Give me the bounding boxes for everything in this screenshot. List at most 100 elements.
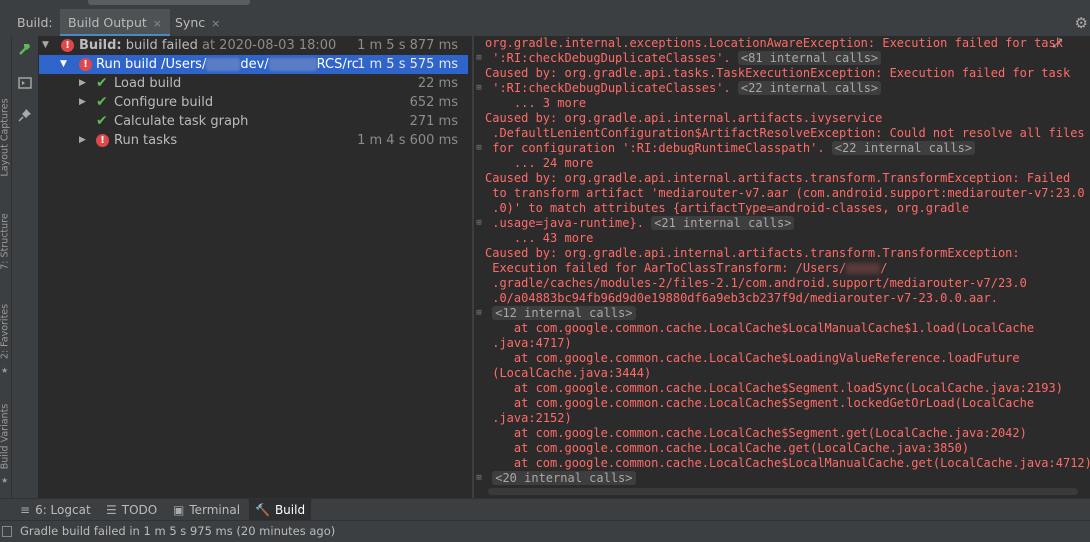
build-root-status: build failed — [121, 38, 198, 53]
build-output-console[interactable]: ⤢ org.gradle.internal.exceptions.Locatio… — [474, 36, 1090, 498]
build-tree: ▼ ! Build: build failed at 2020-08-03 18… — [39, 36, 472, 498]
console-line: at com.google.common.cache.LocalCache$Lo… — [485, 456, 1090, 470]
fold-icon[interactable]: ⊞ — [475, 141, 483, 156]
tree-item-label: Run tasks — [114, 133, 178, 148]
terminal-icon: ▣ — [173, 503, 185, 517]
tree-item-time: 1 m 4 s 600 ms — [357, 133, 458, 148]
close-icon[interactable]: × — [211, 17, 220, 30]
top-scrollbar-thumb[interactable] — [88, 0, 250, 5]
tab-terminal[interactable]: ▣ Terminal — [167, 499, 246, 521]
fold-icon[interactable]: ⊞ — [475, 216, 483, 231]
console-line: at com.google.common.cache.LocalCache.ge… — [485, 441, 970, 455]
run-build-path-prefix: Run build /Users/ — [96, 57, 207, 72]
internal-calls-link[interactable]: <20 internal calls> — [492, 471, 636, 485]
console-line: .0)' to match attributes {artifactType=a… — [485, 201, 970, 215]
build-toolbar — [12, 36, 39, 498]
expand-arrow-icon[interactable]: ▶ — [79, 74, 86, 93]
tab-logcat[interactable]: ≡ 6: Logcat — [14, 499, 97, 521]
tab-build-label: Build — [274, 503, 306, 517]
tree-item-time: 271 ms — [409, 114, 458, 129]
console-text: ':RI:checkDebugDuplicateClasses'. — [485, 81, 731, 95]
console-line: Caused by: org.gradle.api.internal.artif… — [485, 246, 1020, 260]
tool-window-bar: ≡ 6: Logcat ☰ TODO ▣ Terminal 🔨 Build — [0, 498, 1090, 521]
build-root-title: Build: — [79, 38, 122, 53]
structure-tab[interactable]: 7: Structure — [0, 207, 11, 277]
fold-icon[interactable]: ⊞ — [475, 471, 483, 486]
tab-build-output-label: Build Output — [68, 15, 147, 30]
collapse-arrow-icon[interactable]: ▼ — [60, 55, 67, 74]
console-text: ':RI:checkDebugDuplicateClasses'. — [485, 51, 731, 65]
console-line: Caused by: org.gradle.api.tasks.TaskExec… — [485, 66, 1071, 80]
run-build-path-mid: dev/ — [240, 57, 269, 72]
tree-row-configure-build[interactable]: ▶ ✔ Configure build 652 ms — [39, 93, 468, 112]
error-icon: ! — [61, 39, 74, 52]
tree-row-build-root[interactable]: ▼ ! Build: build failed at 2020-08-03 18… — [39, 36, 468, 55]
tab-build-output[interactable]: Build Output × — [60, 9, 170, 36]
fold-icon[interactable]: ⊞ — [475, 51, 483, 66]
star-icon: ★ — [1, 476, 9, 485]
console-text: Execution failed for AarToClassTransform… — [485, 261, 847, 275]
favorites-tab[interactable]: 2: Favorites — [0, 297, 11, 367]
console-line: .DefaultLenientConfiguration$ArtifactRes… — [485, 126, 1085, 140]
layout-captures-tab[interactable]: Layout Captures — [0, 98, 11, 176]
console-line: Caused by: org.gradle.api.internal.artif… — [485, 111, 883, 125]
console-line: ... 43 more — [485, 231, 594, 245]
pin-icon[interactable] — [17, 108, 33, 124]
console-line: to transform artifact 'mediarouter-v7.aa… — [485, 186, 1085, 200]
fold-icon[interactable]: ⊞ — [475, 81, 483, 96]
left-tool-window-strip: Layout Captures 7: Structure ★ 2: Favori… — [0, 36, 12, 498]
internal-calls-link[interactable]: <22 internal calls> — [737, 81, 882, 95]
console-line: .usage=java-runtime}. <21 internal calls… — [485, 216, 795, 231]
hammer-icon[interactable] — [17, 42, 33, 58]
gear-icon[interactable]: ⚙ — [1075, 14, 1088, 32]
tab-terminal-label: Terminal — [189, 503, 241, 517]
checkmark-icon: ✔ — [96, 94, 108, 110]
console-line: at com.google.common.cache.LocalCache$Se… — [485, 426, 1027, 440]
tree-row-run-tasks[interactable]: ▶ ! Run tasks 1 m 4 s 600 ms — [39, 131, 468, 150]
console-line: for configuration ':RI:debugRuntimeClass… — [485, 141, 976, 156]
console-line: at com.google.common.cache.LocalCache$Se… — [485, 396, 1035, 410]
fold-icon[interactable]: ⊞ — [475, 306, 483, 321]
status-message: Gradle build failed in 1 m 5 s 975 ms (2… — [20, 524, 336, 538]
internal-calls-link[interactable]: <81 internal calls> — [737, 51, 882, 65]
build-tab-bar: Build: Build Output × Sync × ⚙ — [0, 9, 1090, 37]
console-line: Caused by: org.gradle.api.internal.artif… — [485, 171, 1071, 185]
error-icon: ! — [96, 134, 109, 147]
internal-calls-link[interactable]: <21 internal calls> — [651, 216, 795, 230]
status-bar: Gradle build failed in 1 m 5 s 975 ms (2… — [0, 520, 1090, 542]
console-text: / — [880, 261, 888, 275]
tab-build[interactable]: 🔨 Build — [249, 499, 312, 521]
redacted-region — [846, 263, 881, 274]
tree-row-calculate-task-graph[interactable]: ✔ Calculate task graph 271 ms — [39, 112, 468, 131]
console-line: Execution failed for AarToClassTransform… — [485, 261, 887, 276]
tab-todo[interactable]: ☰ TODO — [100, 499, 163, 521]
tool-windows-toggle-icon[interactable] — [2, 526, 12, 537]
tree-item-label: Calculate task graph — [114, 114, 249, 129]
build-variants-tab[interactable]: Build Variants — [0, 402, 11, 472]
console-line: .java:2152) — [485, 411, 572, 425]
expand-arrow-icon[interactable]: ▶ — [79, 131, 86, 150]
console-line: ':RI:checkDebugDuplicateClasses'. <22 in… — [485, 81, 882, 96]
horizontal-scrollbar[interactable] — [488, 488, 1078, 495]
internal-calls-link[interactable]: <12 internal calls> — [492, 306, 636, 320]
internal-calls-link[interactable]: <22 internal calls> — [831, 141, 976, 155]
checkmark-icon: ✔ — [96, 113, 108, 129]
tree-item-label: Configure build — [114, 95, 214, 110]
console-line: at com.google.common.cache.LocalCache$Se… — [485, 381, 1063, 395]
redacted-region — [268, 58, 317, 71]
console-line: .java:4717) — [485, 336, 572, 350]
error-icon: ! — [79, 58, 92, 71]
tree-row-run-build[interactable]: ▼ ! Run build /Users/dev/RCS/rc 1 m 5 s … — [39, 55, 468, 74]
toggle-view-icon[interactable] — [17, 76, 33, 92]
tab-sync[interactable]: Sync × — [167, 9, 228, 36]
console-line: ... 24 more — [485, 156, 594, 170]
console-text: for configuration ':RI:debugRuntimeClass… — [485, 141, 825, 155]
console-line: .gradle/caches/modules-2/files-2.1/com.a… — [485, 276, 1027, 290]
expand-arrow-icon[interactable]: ▶ — [79, 93, 86, 112]
console-text: .usage=java-runtime}. — [485, 216, 644, 230]
tree-row-load-build[interactable]: ▶ ✔ Load build 22 ms — [39, 74, 468, 93]
close-icon[interactable]: × — [153, 17, 162, 30]
console-line: .0/a04883bc94fb96d9d0e19880df6a9eb3cb237… — [485, 291, 998, 305]
collapse-arrow-icon[interactable]: ▼ — [42, 36, 49, 55]
run-build-time: 1 m 5 s 575 ms — [357, 57, 458, 72]
